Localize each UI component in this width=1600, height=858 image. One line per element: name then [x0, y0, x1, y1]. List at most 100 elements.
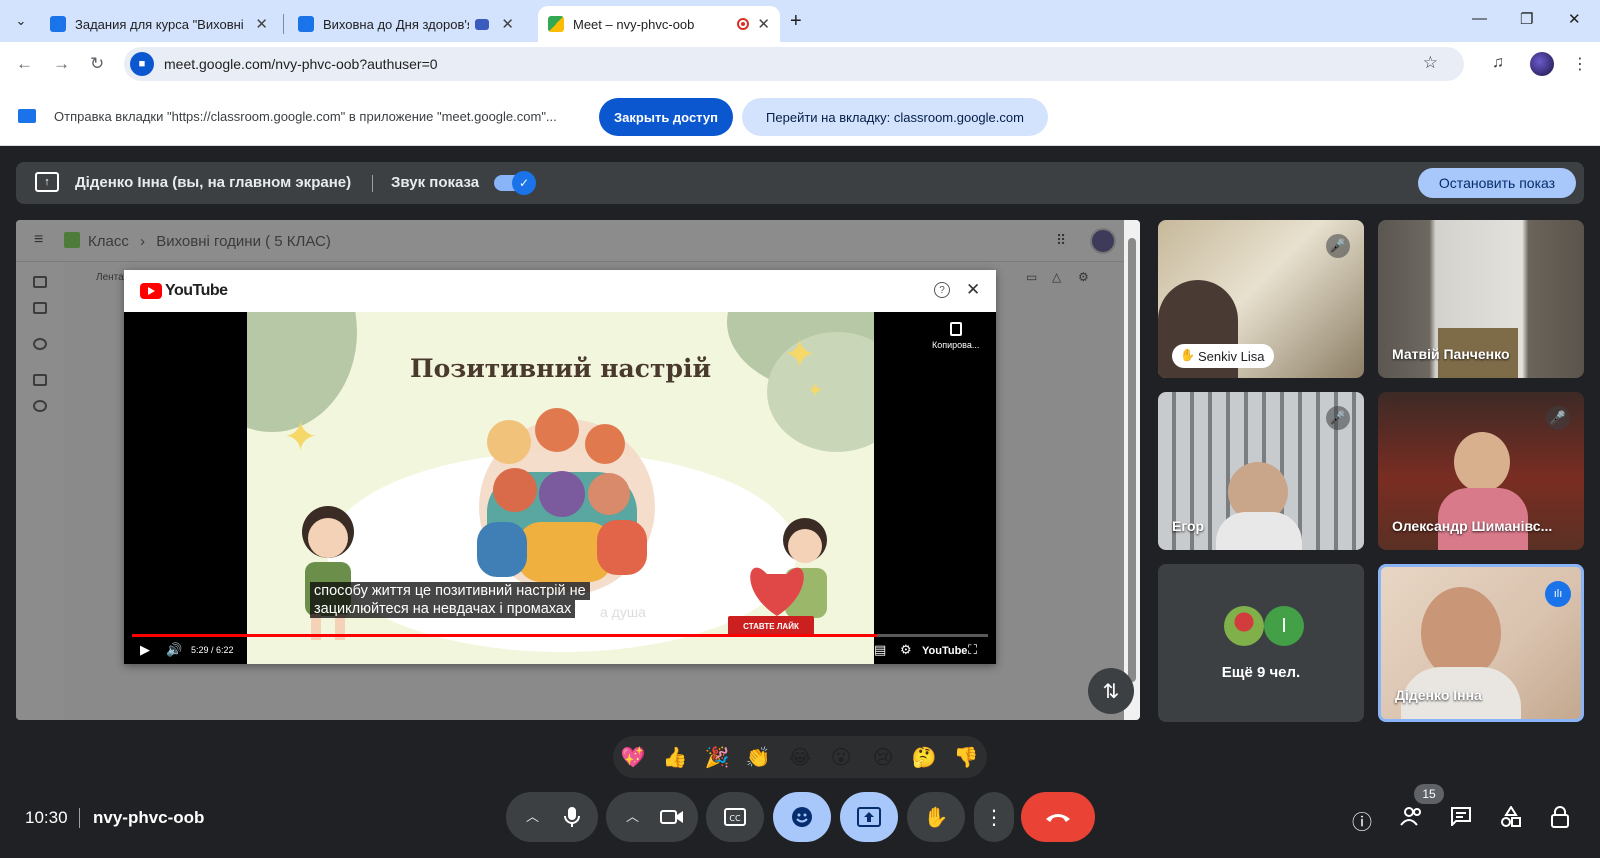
slide-title: Позитивний настрій: [409, 354, 711, 383]
present-button[interactable]: [840, 792, 898, 842]
shared-scrollbar: [1124, 220, 1140, 720]
classroom-header: ≡ Класс › Виховні години ( 5 КЛАС) ⠿: [16, 220, 1124, 262]
participant-name: Діденко Інна: [1395, 687, 1482, 703]
classroom-sidebar: [16, 262, 64, 720]
calendar-icon: [33, 302, 47, 314]
reload-icon[interactable]: ↻: [90, 54, 104, 74]
sparkle-icon: ✦: [807, 380, 824, 402]
host-controls-lock-icon[interactable]: [1550, 806, 1570, 834]
participant-count-badge: 15: [1414, 784, 1444, 804]
more-options-button[interactable]: ⋮: [974, 792, 1014, 842]
tab-close-icon[interactable]: ✕: [255, 15, 268, 33]
swap-layout-button[interactable]: ⇅: [1088, 668, 1134, 714]
tab-doc[interactable]: Виховна до Дня здоров'я. ✕: [288, 6, 524, 42]
participant-avatars: I: [1224, 606, 1306, 646]
participant-tile[interactable]: 🎤 Егор: [1158, 392, 1364, 550]
participant-tile-self[interactable]: ılı Діденко Інна: [1378, 564, 1584, 722]
settings-icon: ⚙: [900, 642, 912, 657]
camera-options-chevron-icon[interactable]: ︿: [626, 806, 639, 825]
classroom-logo: [64, 232, 80, 248]
restore-icon[interactable]: ❐: [1520, 10, 1533, 28]
screen-share-icon: [18, 109, 36, 123]
apps-grid-icon: ⠿: [1056, 232, 1067, 248]
video-progress-bar: [132, 634, 988, 637]
caption-line-1: способу життя це позитивний настрій не: [310, 582, 590, 600]
sparkle-icon: ✦: [283, 413, 319, 460]
mic-off-icon: 🎤: [1326, 406, 1350, 430]
share-audio-toggle[interactable]: ✓: [494, 171, 536, 195]
stop-sharing-button[interactable]: Закрыть доступ: [599, 98, 733, 136]
copy-label: Копирова...: [932, 340, 980, 350]
thinking-emoji[interactable]: 🤔: [910, 743, 938, 771]
breadcrumb: Класс › Виховні години ( 5 КЛАС): [88, 233, 331, 250]
tab-search-chevron-icon[interactable]: ⌄: [8, 8, 34, 34]
divider: [372, 175, 373, 192]
raise-hand-button[interactable]: ✋: [907, 792, 965, 842]
camera-button[interactable]: [646, 792, 698, 842]
video-time: 5:29 / 6:22: [191, 645, 234, 655]
window-close-icon[interactable]: ✕: [1568, 10, 1581, 28]
participant-tile[interactable]: Матвій Панченко: [1378, 220, 1584, 378]
media-control-icon[interactable]: ♫: [1492, 54, 1504, 72]
laughing-emoji[interactable]: 😂: [786, 743, 814, 771]
activities-icon[interactable]: [1500, 805, 1522, 834]
video-captions: способу життя це позитивний настрій не з…: [310, 582, 590, 618]
call-end-icon: [1046, 814, 1070, 822]
switch-to-tab-button[interactable]: Перейти на вкладку: classroom.google.com: [742, 98, 1048, 136]
tab-close-icon[interactable]: ✕: [501, 15, 514, 33]
thumbs-down-emoji[interactable]: 👎: [952, 743, 980, 771]
home-icon: [33, 276, 47, 288]
thumbs-up-emoji[interactable]: 👍: [661, 743, 689, 771]
captions-button[interactable]: CC: [706, 792, 764, 842]
tab-close-icon[interactable]: ✕: [757, 15, 770, 33]
forward-icon[interactable]: →: [53, 54, 70, 74]
youtube-logo-text: YouTube: [165, 282, 228, 299]
casting-icon: [475, 18, 490, 30]
participant-name-text: Senkiv Lisa: [1198, 348, 1265, 364]
people-icon[interactable]: [1400, 806, 1424, 832]
tab-label: Meet – nvy-phvc-oob: [573, 16, 695, 32]
calendar-icon: ▭: [1026, 270, 1038, 284]
profile-avatar[interactable]: [1530, 52, 1554, 76]
minimize-icon[interactable]: —: [1472, 10, 1487, 27]
tab-label: Задания для курса "Виховні го: [75, 16, 248, 32]
participant-tile[interactable]: 🎤 Олександр Шиманівс...: [1378, 392, 1584, 550]
emoji-icon: [792, 807, 812, 827]
youtube-brand: YouTube: [922, 645, 968, 657]
leave-call-button[interactable]: [1021, 792, 1095, 842]
crying-emoji[interactable]: 😢: [869, 743, 897, 771]
surprised-emoji[interactable]: 😮: [827, 743, 855, 771]
tab-sharing-infobar: Отправка вкладки "https://classroom.goog…: [0, 88, 1600, 146]
participant-tile[interactable]: 🎤 ✋ Senkiv Lisa: [1158, 220, 1364, 378]
more-participants-tile[interactable]: I Ещё 9 чел.: [1158, 564, 1364, 722]
presenter-label: Діденко Інна (вы, на главном экране): [75, 174, 352, 191]
copy-link-button: Копирова...: [932, 322, 979, 350]
new-tab-button[interactable]: +: [790, 10, 802, 33]
meeting-details-info-icon[interactable]: ⓘ: [1352, 806, 1372, 835]
party-popper-emoji[interactable]: 🎉: [703, 743, 731, 771]
clapping-emoji[interactable]: 👏: [744, 743, 772, 771]
participant-name: Егор: [1172, 518, 1205, 534]
browser-menu-icon[interactable]: ⋮: [1572, 54, 1588, 74]
microphone-button[interactable]: [546, 792, 598, 842]
participant-name: ✋ Senkiv Lisa: [1172, 344, 1275, 368]
bookmark-star-icon[interactable]: ☆: [1423, 53, 1438, 73]
mic-off-icon: 🎤: [1326, 234, 1350, 258]
reactions-bar: 💖 👍 🎉 👏 😂 😮 😢 🤔 👎: [613, 736, 987, 778]
stop-presenting-button[interactable]: Остановить показ: [1418, 168, 1576, 198]
browser-tab-strip: ⌄ Задания для курса "Виховні го ✕ Виховн…: [0, 0, 1600, 42]
reactions-button[interactable]: [773, 792, 831, 842]
tab-stream: Лента: [96, 272, 124, 283]
address-bar[interactable]: ■ meet.google.com/nvy-phvc-oob?authuser=…: [124, 47, 1464, 81]
fullscreen-icon: ⛶: [968, 642, 978, 657]
tab-classroom[interactable]: Задания для курса "Виховні го ✕: [40, 6, 278, 42]
site-info-icon[interactable]: ■: [130, 52, 154, 76]
tab-meet[interactable]: Meet – nvy-phvc-oob ✕: [538, 6, 780, 42]
sparkling-heart-emoji[interactable]: 💖: [619, 743, 647, 771]
back-icon[interactable]: ←: [16, 54, 33, 74]
shared-screen: ≡ Класс › Виховні години ( 5 КЛАС) ⠿ Лен…: [16, 220, 1140, 720]
speaking-indicator-icon: ılı: [1545, 581, 1571, 607]
chat-icon[interactable]: [1450, 806, 1472, 832]
url-text: meet.google.com/nvy-phvc-oob?authuser=0: [164, 56, 438, 72]
mic-options-chevron-icon[interactable]: ︿: [526, 806, 539, 825]
